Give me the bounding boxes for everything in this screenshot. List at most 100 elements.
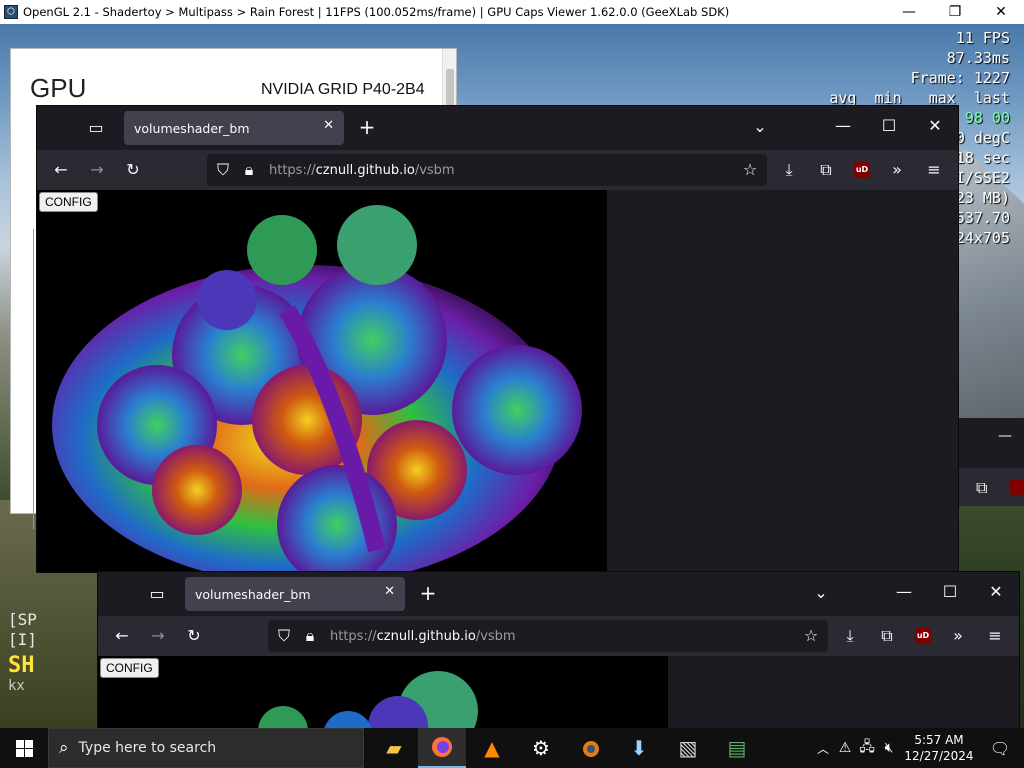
bookmark-star-icon[interactable]: ☆	[802, 626, 820, 646]
shader-canvas[interactable]: CONFIG	[37, 190, 607, 572]
tab-list-icon[interactable]: ▭	[86, 118, 106, 138]
close-icon[interactable]: ✕	[986, 582, 1006, 602]
ublock-icon[interactable]: uD	[915, 628, 931, 644]
search-icon: ⌕	[59, 738, 69, 758]
url-path: /vsbm	[414, 162, 455, 178]
background-browser-window: — ⧉	[958, 418, 1024, 506]
bookmark-star-icon[interactable]: ☆	[741, 160, 759, 180]
gpu-caps-icon[interactable]: ▤	[713, 728, 761, 768]
downloads-icon[interactable]: ⤓	[840, 626, 860, 646]
terminal-line: [I]	[8, 630, 37, 649]
clock[interactable]: 5:57 AM 12/27/2024	[900, 728, 978, 768]
photos-icon[interactable]: ▧	[664, 728, 712, 768]
overflow-menu-icon[interactable]: »	[948, 626, 968, 646]
shield-icon[interactable]: ⛉	[215, 160, 231, 180]
network-icon[interactable]: 🖧︎	[856, 736, 878, 760]
start-button[interactable]	[0, 728, 48, 768]
lock-icon[interactable]: 🔒︎	[241, 160, 257, 180]
terminal-output: [SP [I] SH kx	[8, 610, 37, 696]
gpucaps-title-bar[interactable]: ⬡ OpenGL 2.1 - Shadertoy > Multipass > R…	[0, 0, 1024, 24]
firefox-window-top: ▭ volumeshader_bm ✕ + ⌄ — ☐ ✕ ← → ↻ ⛉ 🔒︎…	[37, 106, 958, 572]
reload-icon[interactable]: ↻	[123, 160, 143, 180]
desktop: ⬡ OpenGL 2.1 - Shadertoy > Multipass > R…	[0, 0, 1024, 768]
blender-icon[interactable]	[566, 728, 614, 768]
extensions-icon[interactable]: ⧉	[976, 478, 987, 498]
url-prefix: https://	[330, 628, 377, 644]
settings-icon[interactable]: ⚙	[517, 728, 565, 768]
osd-line: Frame: 1227	[910, 69, 1010, 87]
url-host: cznull.github.io	[376, 628, 476, 644]
ublock-icon[interactable]	[1010, 479, 1024, 495]
list-all-tabs-icon[interactable]: ⌄	[811, 583, 831, 603]
downloader-icon[interactable]: ⬇	[615, 728, 663, 768]
minimize-icon[interactable]: —	[894, 582, 914, 602]
lock-icon[interactable]: 🔒︎	[302, 626, 318, 646]
close-button[interactable]: ✕	[978, 0, 1024, 24]
forward-icon[interactable]: →	[87, 160, 107, 180]
search-box[interactable]: ⌕ Type here to search	[48, 728, 364, 768]
minimize-icon[interactable]: —	[998, 428, 1012, 444]
url-bar[interactable]: ⛉ 🔒︎ https://cznull.github.io/vsbm ☆	[207, 154, 767, 186]
maximize-icon[interactable]: ☐	[940, 582, 960, 602]
downloads-icon[interactable]: ⤓	[779, 160, 799, 180]
tab-title: volumeshader_bm	[134, 120, 250, 136]
tab-volumeshader[interactable]: volumeshader_bm ✕	[124, 111, 344, 145]
extensions-icon[interactable]: ⧉	[877, 626, 897, 646]
page-content: CONFIG	[37, 190, 958, 572]
forward-icon[interactable]: →	[148, 626, 168, 646]
hamburger-menu-icon[interactable]: ≡	[924, 160, 944, 180]
close-tab-icon[interactable]: ✕	[323, 118, 334, 133]
notification-icon[interactable]: 🗨︎	[980, 728, 1020, 768]
mandelbulb-render	[52, 205, 582, 572]
file-explorer-icon[interactable]: ▰	[370, 728, 418, 768]
minimize-button[interactable]: —	[886, 0, 932, 24]
new-tab-icon[interactable]: +	[357, 117, 377, 137]
minimize-icon[interactable]: —	[833, 116, 853, 136]
nav-bar: ← → ↻ ⛉ 🔒︎ https://cznull.github.io/vsbm…	[98, 616, 1019, 656]
restore-button[interactable]: ❐	[932, 0, 978, 24]
hamburger-menu-icon[interactable]: ≡	[985, 626, 1005, 646]
close-tab-icon[interactable]: ✕	[384, 584, 395, 599]
overflow-menu-icon[interactable]: »	[887, 160, 907, 180]
background-toolbar: ⧉	[958, 468, 1024, 506]
extensions-icon[interactable]: ⧉	[816, 160, 836, 180]
windows-logo-icon	[15, 739, 33, 757]
url-bar[interactable]: ⛉ 🔒︎ https://cznull.github.io/vsbm ☆	[268, 620, 828, 652]
geexlab-icon: ⬡	[4, 5, 18, 19]
volume-icon[interactable]: 🔇︎	[878, 740, 900, 756]
new-tab-icon[interactable]: +	[418, 583, 438, 603]
back-icon[interactable]: ←	[51, 160, 71, 180]
vlc-icon[interactable]: ▲	[468, 728, 516, 768]
shield-icon[interactable]: ⛉	[276, 626, 292, 646]
terminal-line: kx	[8, 678, 25, 694]
maximize-icon[interactable]: ☐	[879, 116, 899, 136]
config-button[interactable]: CONFIG	[39, 192, 98, 212]
back-icon[interactable]: ←	[112, 626, 132, 646]
system-tray: ︿ ⚠ 🖧︎ 🔇︎	[812, 728, 900, 768]
terminal-heading: SH	[8, 653, 35, 678]
osd-line: 87.33ms	[946, 49, 1010, 67]
security-icon[interactable]: ⚠	[834, 740, 856, 756]
firefox-icon[interactable]	[418, 728, 466, 768]
reload-icon[interactable]: ↻	[184, 626, 204, 646]
url-path: /vsbm	[475, 628, 516, 644]
config-button[interactable]: CONFIG	[100, 658, 159, 678]
close-icon: ✕	[995, 4, 1007, 20]
mandelbulb-render	[258, 671, 478, 728]
tab-bar: ▭ volumeshader_bm ✕ + ⌄ — ☐ ✕	[37, 106, 958, 150]
minimize-icon: —	[902, 4, 916, 20]
restore-icon: ❐	[948, 4, 962, 20]
url-prefix: https://	[269, 162, 316, 178]
tab-list-icon[interactable]: ▭	[147, 584, 167, 604]
shader-canvas[interactable]: CONFIG	[98, 656, 668, 728]
close-icon[interactable]: ✕	[925, 116, 945, 136]
gpu-label: GPU	[30, 73, 87, 103]
ublock-icon[interactable]: uD	[854, 162, 870, 178]
gpu-model: NVIDIA GRID P40-2B4	[261, 81, 425, 98]
clock-date: 12/27/2024	[904, 749, 974, 763]
firefox-logo	[432, 737, 452, 757]
search-placeholder: Type here to search	[78, 740, 217, 756]
chevron-up-icon[interactable]: ︿	[812, 740, 834, 757]
tab-volumeshader[interactable]: volumeshader_bm ✕	[185, 577, 405, 611]
list-all-tabs-icon[interactable]: ⌄	[750, 117, 770, 137]
